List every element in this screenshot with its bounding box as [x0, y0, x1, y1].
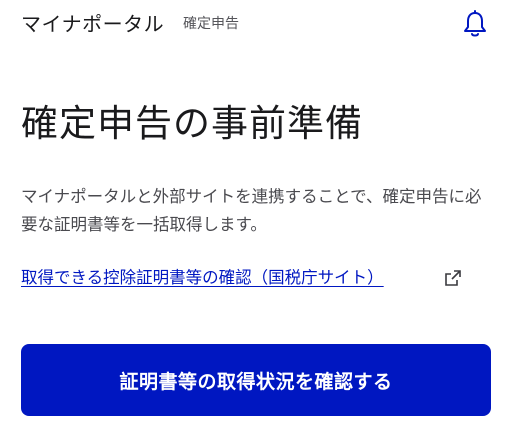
nta-link-row: 取得できる控除証明書等の確認（国税庁サイト）	[21, 264, 491, 292]
page-title: 確定申告の事前準備	[21, 102, 363, 145]
check-certificates-button[interactable]: 証明書等の取得状況を確認する	[21, 344, 491, 416]
external-link-icon[interactable]	[445, 270, 461, 286]
bell-icon[interactable]	[462, 10, 488, 38]
app-subtitle: 確定申告	[183, 16, 239, 32]
app-header: マイナポータル 確定申告	[0, 0, 512, 48]
description-text: マイナポータルと外部サイトを連携することで、確定申告に必要な証明書等を一括取得し…	[21, 187, 482, 234]
deduction-certificates-link[interactable]: 取得できる控除証明書等の確認（国税庁サイト）	[21, 268, 384, 287]
app-title[interactable]: マイナポータル	[21, 10, 164, 38]
